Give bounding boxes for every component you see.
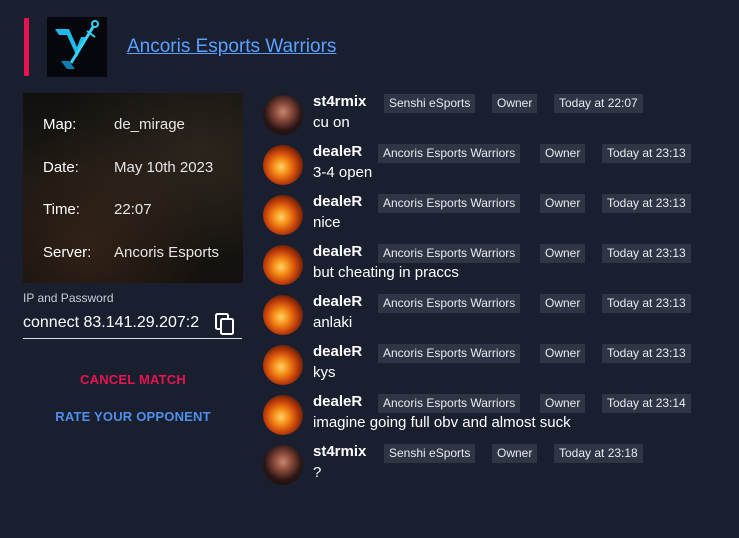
avatar[interactable]	[263, 445, 303, 485]
ip-password-value[interactable]: connect 83.141.29.207:2	[23, 314, 205, 332]
match-info-card: Map: de_mirage Date: May 10th 2023 Time:…	[23, 93, 243, 283]
message-text: nice	[313, 214, 341, 231]
message-text: ?	[313, 464, 322, 481]
copy-icon[interactable]	[214, 312, 236, 336]
accent-bar	[24, 18, 29, 76]
team-badge: Ancoris Esports Warriors	[378, 394, 521, 413]
message-author[interactable]: dealeR	[313, 143, 362, 160]
role-badge: Owner	[492, 444, 538, 463]
timestamp-badge: Today at 23:18	[554, 444, 643, 463]
message-text: 3-4 open	[313, 164, 373, 181]
team-name-link[interactable]: Ancoris Esports Warriors	[127, 36, 336, 58]
server-value: Ancoris Esports	[114, 244, 220, 261]
message-text: imagine going full obv and almost suck	[313, 414, 571, 431]
avatar[interactable]	[263, 95, 303, 135]
cancel-match-button[interactable]: CANCEL MATCH	[23, 372, 243, 387]
timestamp-badge: Today at 22:07	[554, 94, 643, 113]
message-text: kys	[313, 364, 336, 381]
role-badge: Owner	[540, 144, 586, 163]
message-author[interactable]: st4rmix	[313, 443, 366, 460]
timestamp-badge: Today at 23:13	[602, 144, 691, 163]
time-value: 22:07	[114, 201, 152, 218]
message-text: cu on	[313, 114, 350, 131]
chat-message: st4rmix Senshi eSports Owner Today at 23…	[263, 443, 733, 487]
message-text: but cheating in praccs	[313, 264, 459, 281]
ip-password-label: IP and Password	[23, 291, 114, 305]
team-badge: Ancoris Esports Warriors	[378, 144, 521, 163]
rate-opponent-button[interactable]: RATE YOUR OPPONENT	[23, 409, 243, 424]
role-badge: Owner	[540, 394, 586, 413]
chat-message: dealeR Ancoris Esports Warriors Owner To…	[263, 393, 733, 437]
team-logo	[47, 17, 107, 77]
timestamp-badge: Today at 23:13	[602, 294, 691, 313]
message-text: anlaki	[313, 314, 353, 331]
map-label: Map:	[43, 116, 77, 133]
avatar[interactable]	[263, 145, 303, 185]
team-badge: Ancoris Esports Warriors	[378, 194, 521, 213]
avatar[interactable]	[263, 295, 303, 335]
avatar[interactable]	[263, 395, 303, 435]
message-author[interactable]: dealeR	[313, 343, 362, 360]
date-label: Date:	[43, 159, 79, 176]
chat-message: dealeR Ancoris Esports Warriors Owner To…	[263, 243, 733, 287]
chat-message: dealeR Ancoris Esports Warriors Owner To…	[263, 293, 733, 337]
team-badge: Ancoris Esports Warriors	[378, 244, 521, 263]
avatar[interactable]	[263, 195, 303, 235]
timestamp-badge: Today at 23:14	[602, 394, 691, 413]
role-badge: Owner	[540, 294, 586, 313]
timestamp-badge: Today at 23:13	[602, 344, 691, 363]
chat-message: st4rmix Senshi eSports Owner Today at 22…	[263, 93, 733, 137]
server-label: Server:	[43, 244, 92, 261]
time-label: Time:	[43, 201, 80, 218]
role-badge: Owner	[540, 244, 586, 263]
message-author[interactable]: dealeR	[313, 243, 362, 260]
team-badge: Senshi eSports	[384, 94, 476, 113]
timestamp-badge: Today at 23:13	[602, 244, 691, 263]
map-value: de_mirage	[114, 116, 185, 133]
role-badge: Owner	[540, 194, 586, 213]
message-author[interactable]: dealeR	[313, 293, 362, 310]
avatar[interactable]	[263, 245, 303, 285]
avatar[interactable]	[263, 345, 303, 385]
team-badge: Ancoris Esports Warriors	[378, 294, 521, 313]
timestamp-badge: Today at 23:13	[602, 194, 691, 213]
chat-message: dealeR Ancoris Esports Warriors Owner To…	[263, 143, 733, 187]
ip-password-field[interactable]: connect 83.141.29.207:2	[23, 312, 242, 339]
message-author[interactable]: dealeR	[313, 193, 362, 210]
team-badge: Senshi eSports	[384, 444, 476, 463]
message-author[interactable]: st4rmix	[313, 93, 366, 110]
role-badge: Owner	[540, 344, 586, 363]
team-badge: Ancoris Esports Warriors	[378, 344, 521, 363]
date-value: May 10th 2023	[114, 159, 214, 176]
chat-message: dealeR Ancoris Esports Warriors Owner To…	[263, 193, 733, 237]
message-author[interactable]: dealeR	[313, 393, 362, 410]
role-badge: Owner	[492, 94, 538, 113]
chat-message: dealeR Ancoris Esports Warriors Owner To…	[263, 343, 733, 387]
sword-logo-icon	[55, 20, 99, 69]
